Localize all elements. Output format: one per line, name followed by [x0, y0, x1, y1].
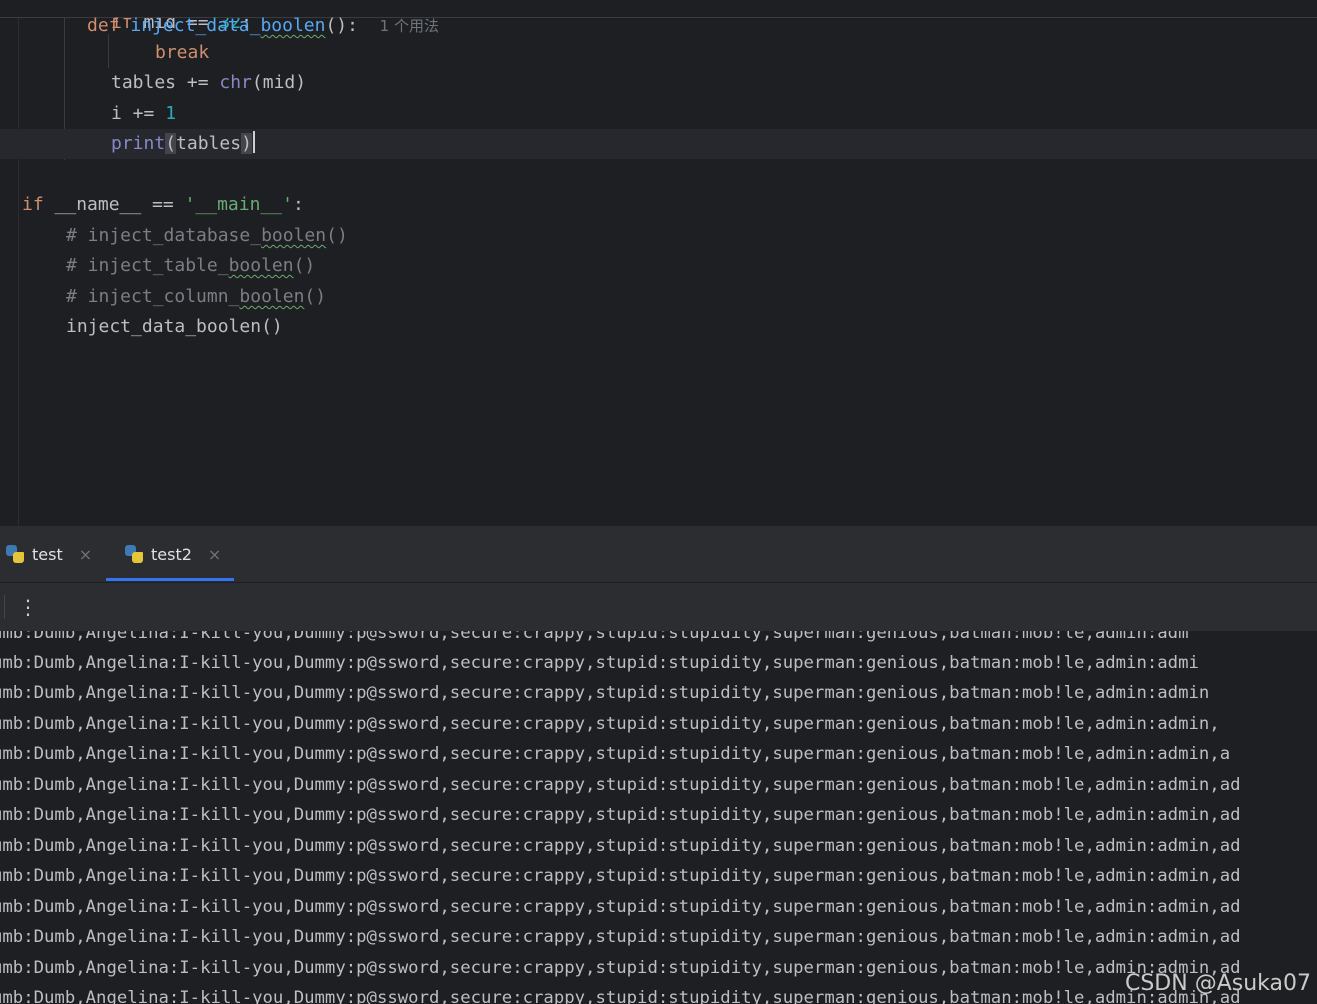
python-icon	[125, 545, 143, 563]
keyword-def: def	[87, 15, 131, 36]
console-output-line: umb:Dumb,Angelina:I-kill-you,Dummy:p@ssw…	[0, 805, 1241, 825]
typo-highlight: boolen	[260, 15, 326, 36]
matched-paren: )	[241, 133, 252, 154]
console-output-line: umb:Dumb,Angelina:I-kill-you,Dummy:p@ssw…	[0, 653, 1199, 673]
builtin-chr: chr	[219, 72, 252, 93]
code-editor[interactable]: def inject_data_boolen(): 1 个用法 if mid =…	[0, 0, 1317, 526]
code-line[interactable]: tables += chr(mid)	[0, 68, 1317, 98]
code-text: tables +=	[111, 72, 220, 93]
number-literal: 1	[165, 103, 177, 124]
sticky-scope-header[interactable]: def inject_data_boolen(): 1 个用法	[0, 0, 1317, 36]
console-output-line: umb:Dumb,Angelina:I-kill-you,Dummy:p@ssw…	[0, 958, 1241, 978]
code-text: inject_data_boolen()	[66, 316, 283, 337]
code-text: :	[292, 194, 304, 215]
usages-hint[interactable]: 1 个用法	[380, 17, 439, 35]
code-line[interactable]: if __name__ == '__main__':	[0, 190, 1317, 220]
code-line[interactable]: # inject_database_boolen()	[0, 221, 1317, 251]
comment-text: ()	[326, 225, 348, 246]
watermark: CSDN @Asuka07	[1124, 971, 1311, 996]
console-output-line: umb:Dumb,Angelina:I-kill-you,Dummy:p@ssw…	[0, 836, 1241, 856]
typo-highlight: boolen	[239, 286, 305, 307]
code-line[interactable]: i += 1	[0, 99, 1317, 129]
function-name: inject_data_	[130, 15, 261, 36]
console-output-line: umb:Dumb,Angelina:I-kill-you,Dummy:p@ssw…	[0, 714, 1220, 734]
tab-test[interactable]: test ×	[6, 526, 92, 582]
run-toolbar: ⋮	[0, 583, 1317, 631]
console-output-line: umb:Dumb,Angelina:I-kill-you,Dummy:p@ssw…	[0, 866, 1241, 886]
matched-paren: (	[165, 133, 177, 154]
comment-text: # inject_column_	[66, 286, 240, 307]
text-caret	[252, 131, 255, 153]
tab-test2[interactable]: test2 ×	[125, 526, 221, 582]
toolbar-divider	[4, 595, 5, 619]
more-options-icon[interactable]: ⋮	[18, 593, 38, 621]
tab-label: test	[32, 544, 63, 564]
comment-text: ()	[304, 286, 327, 307]
console-output-line: umb:Dumb,Angelina:I-kill-you,Dummy:p@ssw…	[0, 897, 1241, 917]
string-literal: '__main__'	[184, 194, 293, 215]
comment-text: # inject_table_	[66, 255, 229, 276]
console-output-line: umb:Dumb,Angelina:I-kill-you,Dummy:p@ssw…	[0, 988, 1241, 1004]
code-text: __name__ ==	[54, 194, 185, 215]
comment-text: ()	[293, 255, 316, 276]
close-icon[interactable]: ×	[208, 545, 221, 564]
console-output[interactable]: umb:Dumb,Angelina:I-kill-you,Dummy:p@ssw…	[0, 631, 1317, 1004]
current-code-line[interactable]: print(tables)	[0, 129, 1317, 159]
typo-highlight: boolen	[261, 225, 327, 246]
code-text: (mid)	[251, 72, 307, 93]
python-icon	[6, 545, 24, 563]
code-text: tables	[176, 133, 242, 154]
code-text: i +=	[111, 103, 166, 124]
builtin-print: print	[111, 133, 166, 154]
console-output-line: umb:Dumb,Angelina:I-kill-you,Dummy:p@ssw…	[0, 631, 1189, 643]
active-tab-indicator	[106, 578, 234, 581]
code-line[interactable]: # inject_table_boolen()	[0, 251, 1317, 281]
console-output-line: umb:Dumb,Angelina:I-kill-you,Dummy:p@ssw…	[0, 927, 1241, 947]
code-line[interactable]: # inject_column_boolen()	[0, 282, 1317, 312]
comment-text: # inject_database_	[66, 225, 262, 246]
keyword-if: if	[22, 194, 55, 215]
close-icon[interactable]: ×	[79, 545, 92, 564]
function-signature-tail: ():	[325, 15, 358, 36]
console-output-line: umb:Dumb,Angelina:I-kill-you,Dummy:p@ssw…	[0, 744, 1231, 764]
console-output-line: umb:Dumb,Angelina:I-kill-you,Dummy:p@ssw…	[0, 775, 1241, 795]
code-line[interactable]: inject_data_boolen()	[0, 312, 1317, 342]
run-tool-window: test × test2 × ⋮ umb:Dumb,Angelina:I-kil…	[0, 526, 1317, 1004]
console-output-line: umb:Dumb,Angelina:I-kill-you,Dummy:p@ssw…	[0, 683, 1210, 703]
typo-highlight: boolen	[228, 255, 294, 276]
tab-label: test2	[151, 544, 192, 564]
run-tab-bar: test × test2 ×	[0, 526, 1317, 583]
